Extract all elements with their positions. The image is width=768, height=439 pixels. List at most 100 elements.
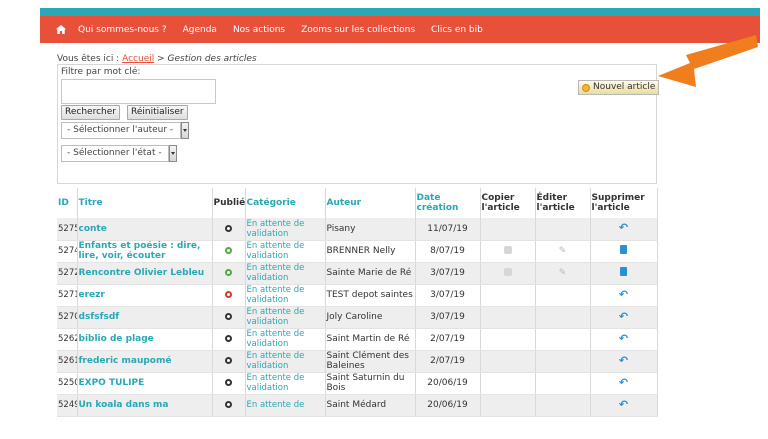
cell-author: Sainte Marie de Ré — [325, 262, 416, 285]
author-select-caret-icon[interactable] — [181, 122, 189, 139]
cell-published[interactable] — [212, 372, 246, 395]
search-button[interactable]: Rechercher — [61, 105, 120, 120]
cell-category: En attente de validation — [245, 372, 326, 395]
cell-published[interactable] — [212, 394, 246, 417]
cell-id: 5250 — [57, 372, 78, 395]
home-icon[interactable] — [48, 16, 74, 43]
cell-id: 5271 — [57, 284, 78, 307]
undo-icon[interactable]: ↶ — [619, 289, 628, 300]
header-title[interactable]: Titre — [77, 188, 213, 218]
cell-delete: ↶ — [590, 306, 658, 329]
cell-copy — [480, 218, 536, 241]
header-edit: Éditer l'article — [535, 188, 591, 218]
cell-published[interactable] — [212, 350, 246, 373]
publish-status-icon[interactable] — [225, 269, 232, 276]
publish-status-icon[interactable] — [225, 313, 232, 320]
cell-published[interactable] — [212, 284, 246, 307]
keyword-filter-input[interactable] — [61, 79, 216, 104]
header-published: Publié — [212, 188, 246, 218]
reset-button[interactable]: Réinitialiser — [127, 105, 188, 120]
publish-status-icon[interactable] — [225, 357, 232, 364]
new-article-label: Nouvel article — [593, 82, 656, 92]
cell-author: Saint Médard — [325, 394, 416, 417]
cell-date: 2/07/19 — [415, 328, 481, 351]
table-header-row: ID Titre Publié Catégorie Auteur Date cr… — [57, 188, 658, 218]
undo-icon[interactable]: ↶ — [619, 222, 628, 233]
cell-author: BRENNER Nelly — [325, 240, 416, 263]
copy-icon[interactable] — [503, 267, 512, 276]
header-id: ID — [57, 188, 78, 218]
trash-icon[interactable] — [620, 267, 627, 276]
cell-author: Saint Martin de Ré — [325, 328, 416, 351]
publish-status-icon[interactable] — [225, 379, 232, 386]
breadcrumb-home-link[interactable]: Accueil — [122, 54, 154, 64]
header-author[interactable]: Auteur — [325, 188, 416, 218]
cell-edit — [535, 372, 591, 395]
edit-pencil-icon[interactable]: ✎ — [558, 247, 567, 256]
header-date[interactable]: Date création — [415, 188, 481, 218]
cell-id: 5261 — [57, 350, 78, 373]
cell-published[interactable] — [212, 306, 246, 329]
publish-status-icon[interactable] — [225, 291, 232, 298]
publish-status-icon[interactable] — [225, 401, 232, 408]
publish-status-icon[interactable] — [225, 247, 232, 254]
cell-id: 5249 — [57, 394, 78, 417]
article-title-link[interactable]: biblio de plage — [77, 328, 213, 351]
cell-date: 3/07/19 — [415, 284, 481, 307]
undo-icon[interactable]: ↶ — [619, 311, 628, 322]
cell-copy — [480, 262, 536, 285]
table-row: 5261frederic maupomé En attente de valida… — [57, 350, 658, 373]
author-select[interactable]: - Sélectionner l'auteur - — [61, 122, 181, 139]
cell-copy — [480, 394, 536, 417]
cell-copy — [480, 240, 536, 263]
nav-item-zooms-collections[interactable]: Zooms sur les collections — [293, 25, 423, 35]
nav-item-nos-actions[interactable]: Nos actions — [225, 25, 293, 35]
table-row: 5262biblio de plage En attente de validat… — [57, 328, 658, 351]
article-title-link[interactable]: conte — [77, 218, 213, 241]
cell-date: 3/07/19 — [415, 262, 481, 285]
publish-status-icon[interactable] — [225, 335, 232, 342]
cell-date: 20/06/19 — [415, 394, 481, 417]
nav-item-qui-sommes-nous[interactable]: Qui sommes-nous ? — [74, 25, 175, 35]
nav-item-agenda[interactable]: Agenda — [175, 25, 225, 35]
edit-pencil-icon[interactable]: ✎ — [558, 269, 567, 278]
cell-edit — [535, 350, 591, 373]
cell-date: 20/06/19 — [415, 372, 481, 395]
undo-icon[interactable]: ↶ — [619, 399, 628, 410]
trash-icon[interactable] — [620, 245, 627, 254]
header-category[interactable]: Catégorie — [245, 188, 326, 218]
article-title-link[interactable]: dsfsfsdf — [77, 306, 213, 329]
cell-author: Joly Caroline — [325, 306, 416, 329]
cell-date: 8/07/19 — [415, 240, 481, 263]
table-row: 5275 conte En attente de validation Pisany 1… — [57, 218, 658, 241]
undo-icon[interactable]: ↶ — [619, 377, 628, 388]
cell-copy — [480, 372, 536, 395]
article-title-link[interactable]: erezr — [77, 284, 213, 307]
cell-edit — [535, 306, 591, 329]
article-title-link[interactable]: frederic maupomé — [77, 350, 213, 373]
header-delete: Supprimer l'article — [590, 188, 658, 218]
article-title-link[interactable]: Un koala dans ma — [77, 394, 213, 417]
cell-delete — [590, 262, 658, 285]
nav-item-clics-en-bib[interactable]: Clics en bib — [423, 25, 491, 35]
cell-edit: ✎ — [535, 240, 591, 263]
state-select[interactable]: - Sélectionner l'état - — [61, 145, 169, 162]
state-select-caret-icon[interactable] — [169, 145, 177, 162]
cell-published[interactable] — [212, 262, 246, 285]
publish-status-icon[interactable] — [225, 224, 232, 232]
undo-icon[interactable]: ↶ — [619, 333, 628, 344]
copy-icon[interactable] — [503, 245, 512, 254]
cell-published[interactable] — [212, 218, 246, 241]
cell-published[interactable] — [212, 240, 246, 263]
new-article-icon — [582, 84, 590, 92]
cell-copy — [480, 350, 536, 373]
article-title-link[interactable]: Rencontre Olivier Lebleu — [77, 262, 213, 285]
cell-published[interactable] — [212, 328, 246, 351]
article-title-link[interactable]: EXPO TULIPE — [77, 372, 213, 395]
article-title-link[interactable]: Enfants et poésie : dire, lire, voir, éc… — [77, 240, 213, 263]
undo-icon[interactable]: ↶ — [619, 355, 628, 366]
pointer-arrow-icon — [658, 35, 758, 87]
table-row: 5274Enfants et poésie : dire, lire, voir… — [57, 240, 658, 263]
header-copy: Copier l'article — [480, 188, 536, 218]
cell-id: 5272 — [57, 262, 78, 285]
